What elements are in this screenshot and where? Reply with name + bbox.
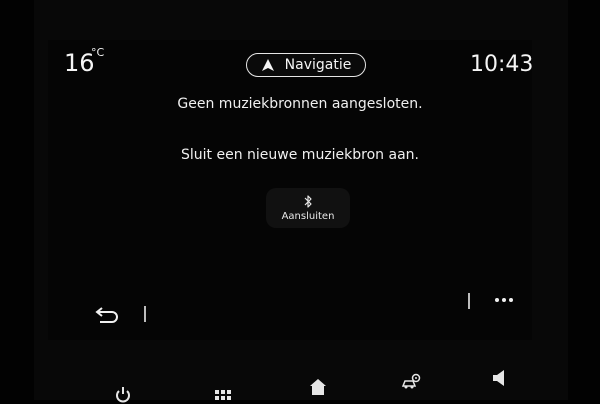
- connect-label: Aansluiten: [281, 210, 335, 222]
- navigation-label: Navigatie: [284, 57, 352, 73]
- temperature-value: 16: [64, 49, 95, 77]
- toolbar-divider-left: [144, 306, 146, 322]
- bluetooth-icon: [304, 194, 312, 208]
- connect-button[interactable]: Aansluiten: [266, 188, 350, 228]
- navigation-button[interactable]: Navigatie: [246, 53, 366, 77]
- volume-icon[interactable]: [492, 369, 506, 387]
- no-sources-message: Geen muziekbronnen aangesloten.: [177, 96, 423, 112]
- toolbar-divider-right: [468, 293, 470, 309]
- more-icon[interactable]: [494, 296, 514, 304]
- connect-prompt-message: Sluit een nieuwe muziekbron aan.: [181, 147, 419, 163]
- apps-grid-icon[interactable]: [214, 386, 232, 404]
- car-settings-icon[interactable]: [400, 372, 422, 392]
- back-icon[interactable]: [94, 306, 120, 326]
- clock: 10:43: [470, 52, 534, 77]
- home-icon[interactable]: [309, 378, 327, 396]
- temperature-unit: °C: [91, 46, 105, 59]
- navigation-arrow-icon: [261, 59, 274, 71]
- power-icon[interactable]: [114, 386, 132, 404]
